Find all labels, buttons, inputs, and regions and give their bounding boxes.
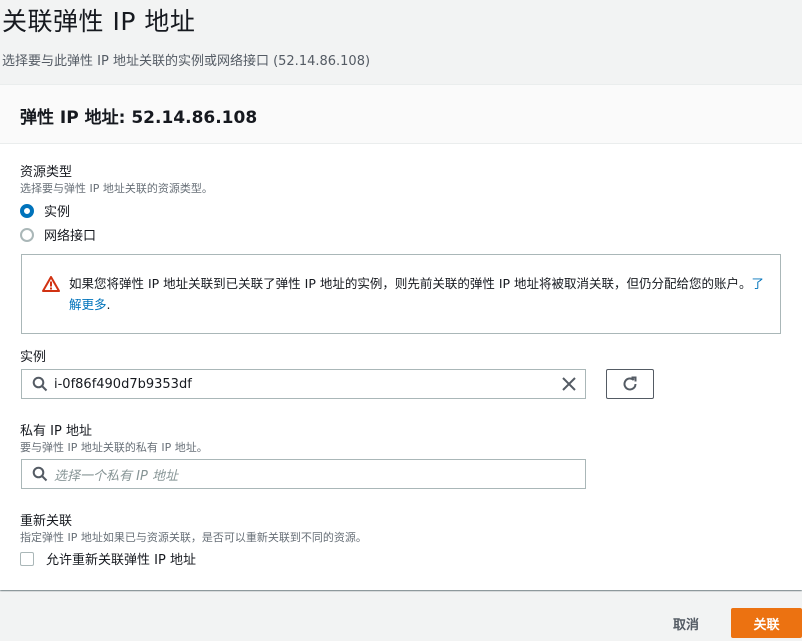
panel-header: 弹性 IP 地址: 52.14.86.108: [0, 85, 802, 144]
page-description: 选择要与此弹性 IP 地址关联的实例或网络接口 (52.14.86.108): [2, 54, 371, 69]
alert-text: 如果您将弹性 IP 地址关联到已关联了弹性 IP 地址的实例，则先前关联的弹性 …: [69, 273, 769, 315]
associate-panel: 弹性 IP 地址: 52.14.86.108 资源类型 选择要与弹性 IP 地址…: [0, 84, 802, 590]
radio-instance[interactable]: 实例: [20, 201, 70, 220]
reassociation-description: 指定弹性 IP 地址如果已与资源关联，是否可以重新关联到不同的资源。: [20, 531, 367, 544]
alert-suffix: .: [106, 297, 111, 312]
private-ip-label: 私有 IP 地址: [20, 424, 92, 439]
reassociation-label: 重新关联: [20, 514, 73, 529]
panel-title: 弹性 IP 地址: 52.14.86.108: [20, 108, 258, 128]
refresh-button[interactable]: [606, 369, 654, 399]
page-title: 关联弹性 IP 地址: [2, 7, 196, 36]
warning-alert: 如果您将弹性 IP 地址关联到已关联了弹性 IP 地址的实例，则先前关联的弹性 …: [21, 254, 781, 334]
radio-network-interface-label: 网络接口: [44, 229, 97, 244]
radio-instance-label: 实例: [44, 205, 71, 220]
instance-value: i-0f86f490d7b9353df: [54, 376, 192, 392]
alert-message: 如果您将弹性 IP 地址关联到已关联了弹性 IP 地址的实例，则先前关联的弹性 …: [69, 276, 752, 291]
allow-reassociation[interactable]: 允许重新关联弹性 IP 地址: [20, 549, 196, 568]
allow-reassociation-checkbox[interactable]: [20, 551, 34, 566]
private-ip-description: 要与弹性 IP 地址关联的私有 IP 地址。: [20, 441, 208, 454]
private-ip-input[interactable]: 选择一个私有 IP 地址: [21, 459, 586, 489]
warning-icon: [42, 276, 60, 292]
search-icon: [32, 376, 48, 392]
instance-search-input[interactable]: i-0f86f490d7b9353df: [21, 369, 586, 399]
resource-type-description: 选择要与弹性 IP 地址关联的资源类型。: [20, 182, 213, 195]
private-ip-placeholder: 选择一个私有 IP 地址: [54, 468, 178, 484]
allow-reassociation-label: 允许重新关联弹性 IP 地址: [46, 553, 196, 568]
resource-type-label: 资源类型: [20, 165, 73, 180]
associate-button[interactable]: 关联: [731, 608, 802, 638]
instance-label: 实例: [20, 350, 47, 365]
clear-icon[interactable]: [561, 376, 577, 392]
radio-network-interface-control[interactable]: [20, 227, 34, 242]
radio-network-interface[interactable]: 网络接口: [20, 225, 96, 244]
radio-instance-control[interactable]: [20, 203, 34, 218]
cancel-button[interactable]: 取消: [656, 608, 716, 638]
refresh-icon: [623, 376, 637, 391]
search-icon: [32, 466, 48, 482]
